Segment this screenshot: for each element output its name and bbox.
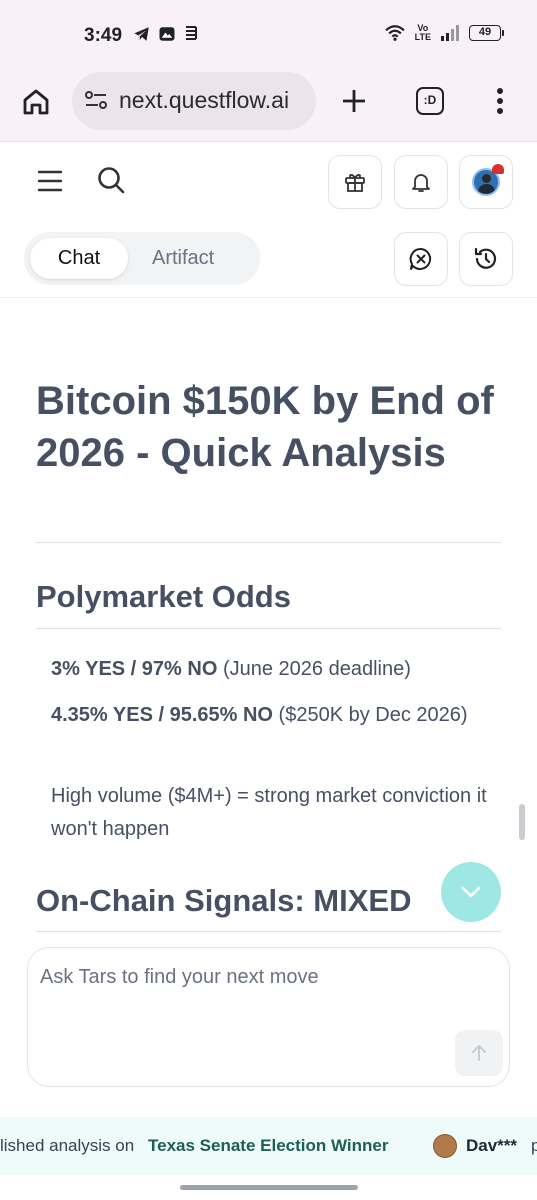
volume-note: High volume ($4M+) = strong market convi… [51, 785, 487, 840]
wifi-icon [384, 25, 405, 41]
notification-icons [133, 24, 199, 44]
section-heading-onchain: On-Chain Signals: MIXED [36, 883, 412, 918]
divider [36, 931, 501, 932]
message-composer [27, 947, 510, 1087]
ticker-text: lished analysis on [0, 1136, 135, 1155]
telegram-icon [134, 27, 149, 41]
divider [36, 542, 501, 543]
divider [36, 628, 501, 629]
home-gesture-handle[interactable] [180, 1185, 358, 1190]
ticker-user-avatar [433, 1134, 457, 1158]
address-bar[interactable]: next.questflow.ai [72, 72, 316, 130]
arrow-up-icon [472, 1045, 486, 1061]
section-heading-polymarket: Polymarket Odds [36, 579, 291, 614]
new-tab-icon[interactable] [340, 86, 368, 116]
odds-line-2: 4.35% YES / 95.65% NO ($250K by Dec 2026… [51, 699, 501, 732]
history-icon [474, 247, 497, 269]
view-toggle: Chat Artifact [24, 232, 260, 285]
view-switcher-row: Chat Artifact [0, 220, 537, 298]
odds-line-1: 3% YES / 97% NO (June 2026 deadline) [51, 653, 501, 686]
browser-toolbar: next.questflow.ai :D [0, 72, 537, 142]
more-options-icon[interactable] [492, 86, 508, 116]
article-title: Bitcoin $150K by End of 2026 - Quick Ana… [36, 379, 494, 475]
app-header [0, 143, 537, 220]
hologram-icon [186, 26, 197, 40]
site-settings-icon[interactable] [84, 89, 108, 111]
menu-icon[interactable] [36, 167, 64, 195]
odds-2-note: ($250K by Dec 2026) [272, 704, 468, 726]
status-time: 3:49 [84, 25, 123, 46]
ticker-username: Dav*** [466, 1136, 518, 1155]
tab-chat[interactable]: Chat [30, 238, 128, 279]
battery-level: 49 [478, 26, 492, 38]
composer-area [0, 939, 537, 1117]
bell-icon [412, 174, 430, 192]
notifications-button[interactable] [394, 155, 448, 209]
scroll-to-bottom-button[interactable] [441, 862, 501, 922]
scrollbar-thumb[interactable] [519, 804, 525, 840]
close-chat-button[interactable] [394, 232, 448, 286]
tab-switcher-label: :D [423, 93, 437, 107]
gift-icon [345, 174, 365, 192]
tab-artifact[interactable]: Artifact [152, 238, 214, 279]
system-icons: Vo LTE 49 [384, 23, 504, 42]
odds-1-value: 3% YES / 97% NO [51, 658, 218, 680]
message-input[interactable] [40, 966, 460, 1026]
search-icon[interactable] [96, 165, 126, 195]
ticker-next-text: p [531, 1136, 537, 1155]
volte-icon: Vo LTE [414, 23, 431, 42]
history-button[interactable] [459, 232, 513, 286]
tab-switcher-button[interactable]: :D [416, 87, 444, 115]
chat-content[interactable]: Bitcoin $150K by End of 2026 - Quick Ana… [0, 299, 537, 939]
santa-hat-icon [492, 164, 504, 174]
gallery-icon [159, 27, 175, 41]
home-icon[interactable] [20, 86, 52, 118]
activity-ticker[interactable]: lished analysis on Texas Senate Election… [0, 1117, 537, 1175]
url-text[interactable]: next.questflow.ai [119, 87, 289, 114]
ticker-topic-link[interactable]: Texas Senate Election Winner [148, 1136, 388, 1156]
rewards-button[interactable] [328, 155, 382, 209]
odds-1-note: (June 2026 deadline) [217, 658, 411, 680]
odds-2-value: 4.35% YES / 95.65% NO [51, 704, 273, 726]
profile-button[interactable] [459, 155, 513, 209]
chevron-down-icon [461, 886, 481, 898]
status-bar: 3:49 Vo LTE 49 [0, 0, 537, 72]
send-button[interactable] [455, 1030, 503, 1076]
battery-icon: 49 [469, 25, 504, 41]
system-nav-bar [0, 1175, 537, 1200]
chat-close-icon [409, 247, 432, 270]
signal-icon [441, 25, 459, 41]
